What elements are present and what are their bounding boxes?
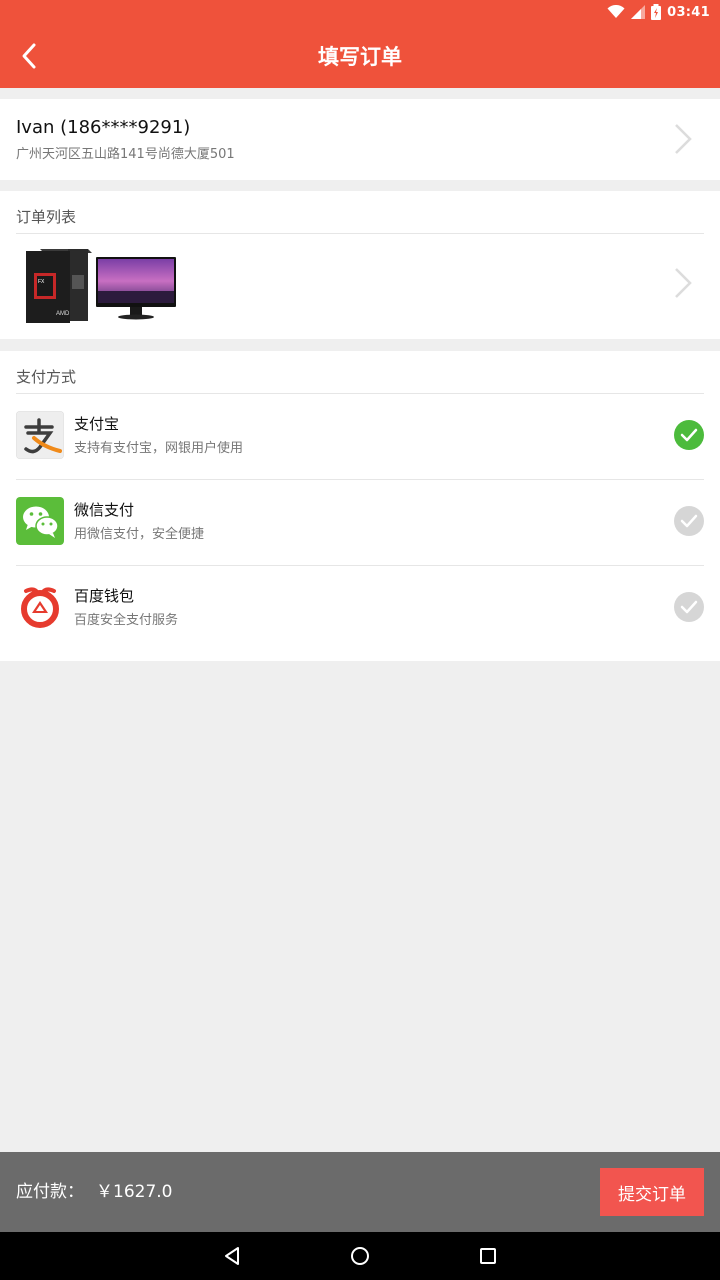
unselected-check-icon[interactable] — [674, 592, 704, 622]
total-label: 应付款： — [16, 1182, 84, 1202]
svg-text:FX: FX — [38, 279, 45, 285]
payment-name: 百度钱包 — [74, 587, 135, 605]
checkmark-icon — [680, 428, 698, 442]
payment-description: 用微信支付，安全便捷 — [74, 527, 205, 542]
battery-icon — [651, 4, 662, 20]
submit-order-button[interactable]: 提交订单 — [600, 1168, 704, 1216]
system-nav-bar — [0, 1232, 720, 1280]
payment-name: 支付宝 — [74, 415, 120, 433]
payment-methods-card: 支付方式 支付宝 支持有支付宝，网银用户使用 微信支付 用微信支付，安全便捷 百… — [0, 351, 720, 661]
computer-case-icon: FX AMD — [16, 247, 96, 327]
nav-recents-button[interactable] — [476, 1244, 500, 1268]
wifi-icon — [607, 5, 625, 18]
order-list-title: 订单列表 — [16, 208, 77, 226]
payment-description: 支持有支付宝，网银用户使用 — [74, 441, 244, 456]
unselected-check-icon[interactable] — [674, 506, 704, 536]
circle-home-icon — [351, 1247, 369, 1265]
status-time: 03:41 — [667, 4, 710, 20]
square-recents-icon — [480, 1248, 496, 1264]
monitor-icon — [96, 247, 176, 327]
address-name-phone: Ivan (186****9291) — [16, 117, 191, 138]
app-header: 03:41 填写订单 — [0, 0, 720, 88]
payment-option-alipay[interactable]: 支付宝 支持有支付宝，网银用户使用 — [0, 394, 720, 480]
divider — [16, 233, 704, 234]
status-bar: 03:41 — [0, 0, 720, 24]
signal-icon — [631, 5, 646, 19]
baidu-wallet-icon — [16, 583, 64, 631]
nav-home-button[interactable] — [348, 1244, 372, 1268]
address-card[interactable]: Ivan (186****9291) 广州天河区五山路141号尚德大厦501 — [0, 99, 720, 180]
chevron-right-icon — [675, 268, 692, 298]
wechat-pay-icon — [16, 497, 64, 545]
checkmark-icon — [680, 514, 698, 528]
alipay-icon — [16, 411, 64, 459]
total-amount: ￥1627.0 — [96, 1182, 173, 1202]
address-detail: 广州天河区五山路141号尚德大厦501 — [16, 147, 235, 162]
order-list-card[interactable]: 订单列表 FX AMD — [0, 191, 720, 339]
payment-methods-title: 支付方式 — [16, 368, 77, 386]
checkmark-icon — [680, 600, 698, 614]
payment-option-baidu-wallet[interactable]: 百度钱包 百度安全支付服务 — [0, 566, 720, 652]
svg-text:AMD: AMD — [56, 311, 70, 317]
selected-check-icon[interactable] — [674, 420, 704, 450]
triangle-back-icon — [225, 1247, 239, 1265]
payment-description: 百度安全支付服务 — [74, 613, 179, 628]
chevron-right-icon — [675, 124, 692, 154]
checkout-bar: 应付款： ￥1627.0 提交订单 — [0, 1152, 720, 1232]
payment-option-wechat[interactable]: 微信支付 用微信支付，安全便捷 — [0, 480, 720, 566]
page-title: 填写订单 — [318, 45, 402, 69]
payment-name: 微信支付 — [74, 501, 135, 519]
status-icons: 03:41 — [607, 2, 710, 22]
nav-back-button[interactable] — [220, 1244, 244, 1268]
